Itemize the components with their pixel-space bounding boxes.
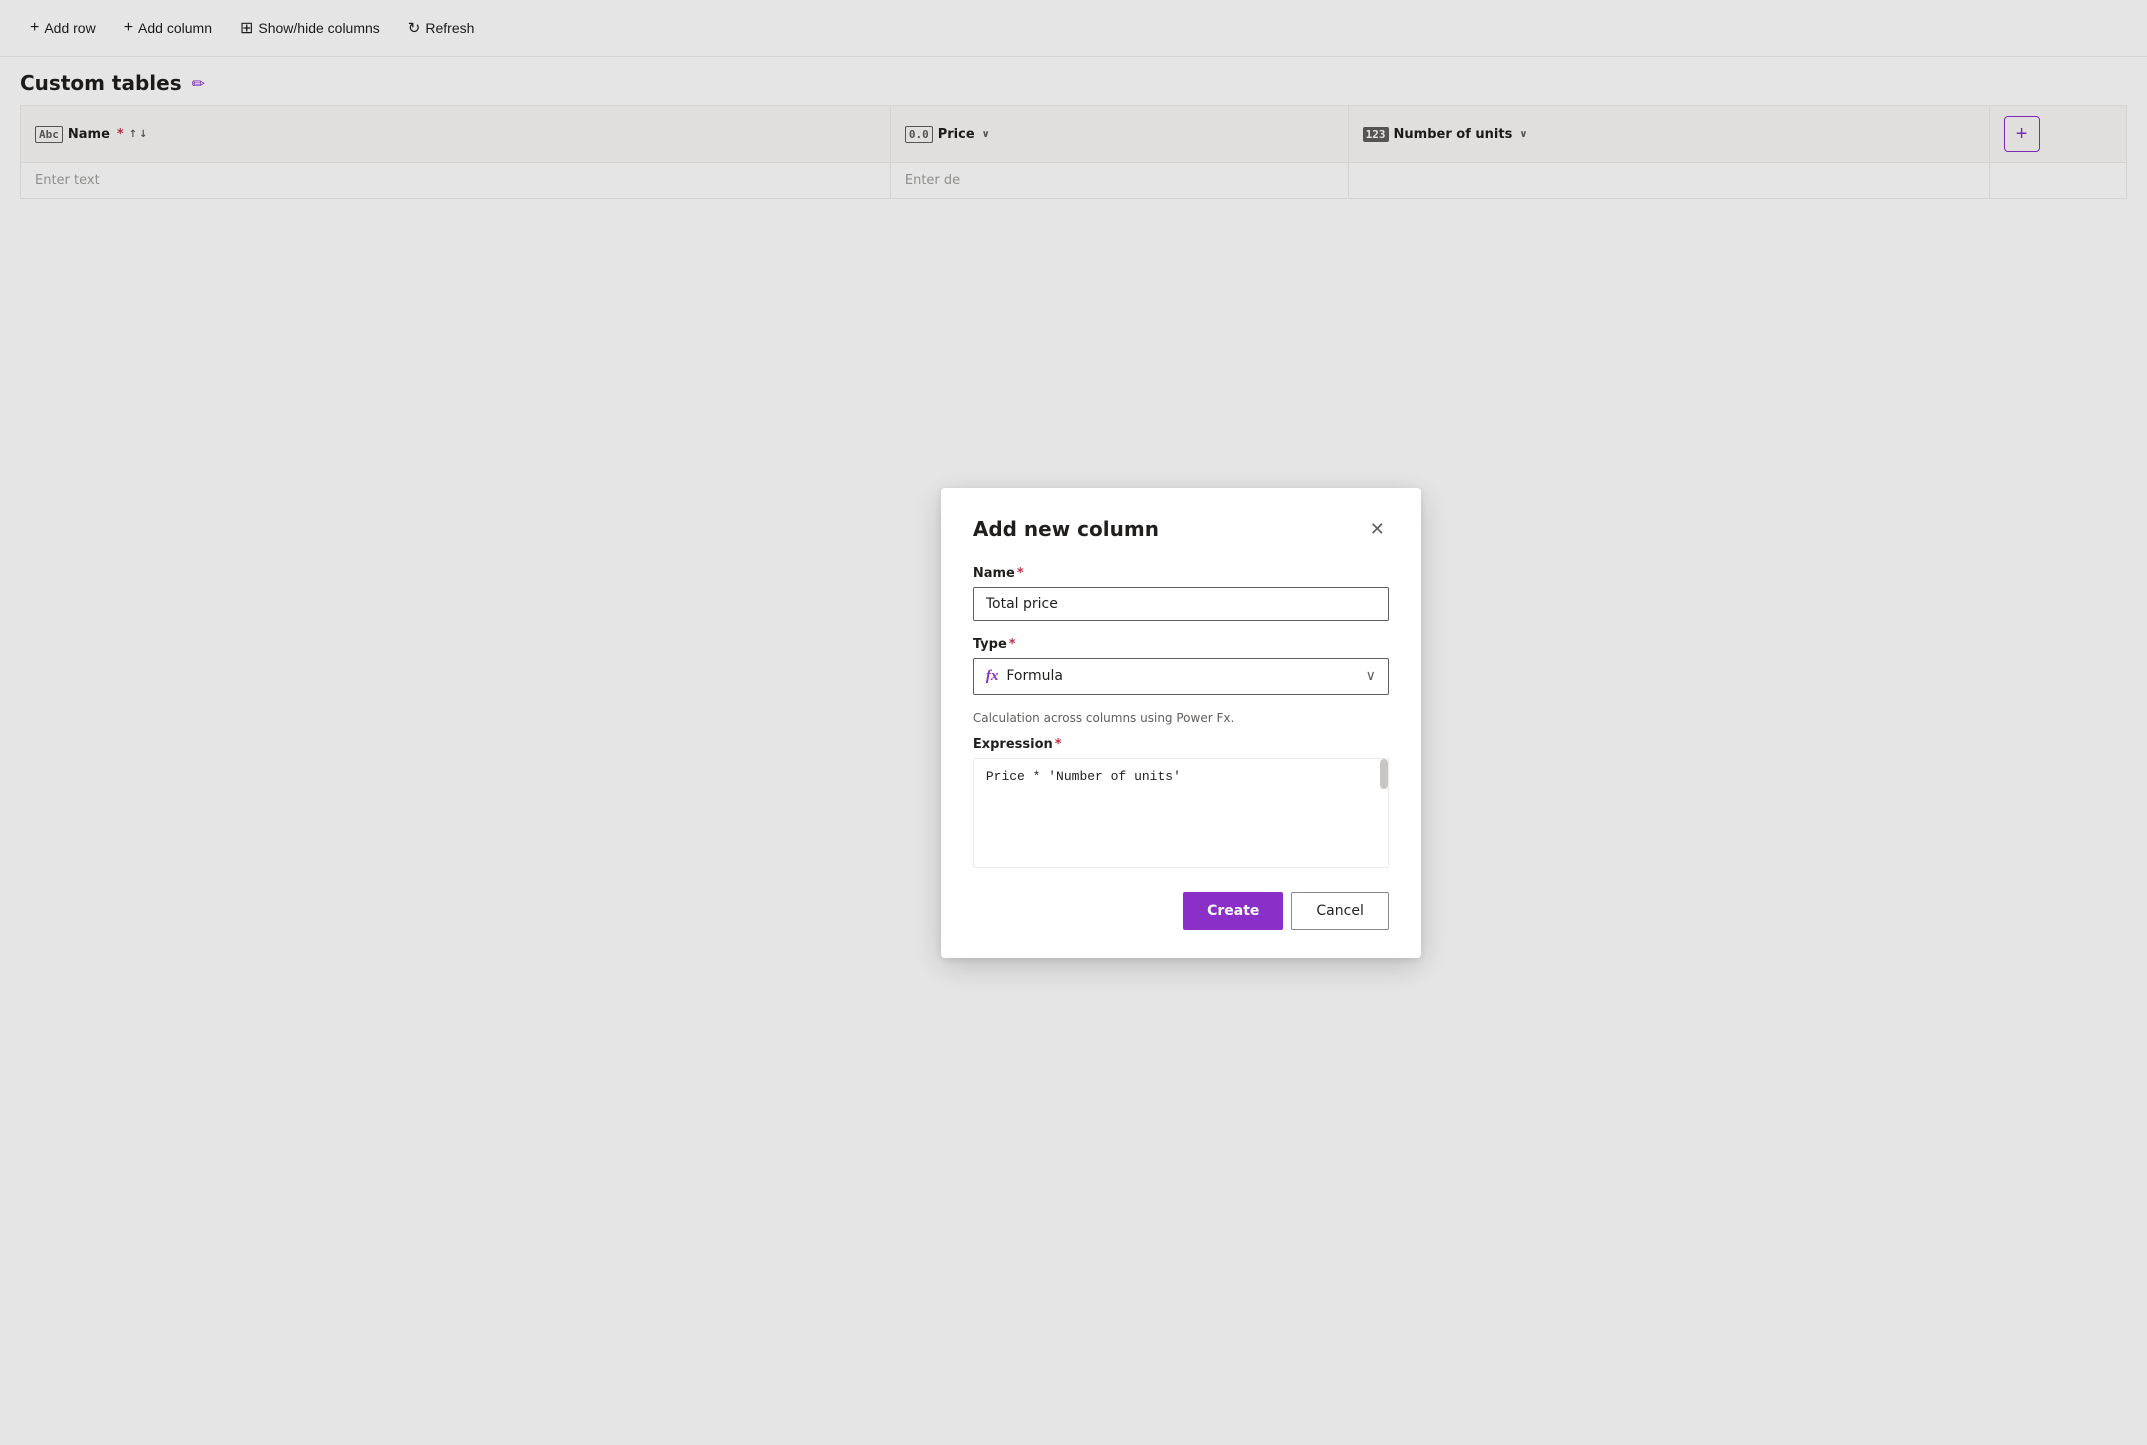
name-label-text: Name [973,566,1015,581]
dialog-title: Add new column [973,517,1159,541]
name-required-indicator: * [1017,566,1024,581]
expression-field-label: Expression * [973,737,1389,752]
dialog-close-button[interactable]: ✕ [1366,516,1389,542]
type-chevron-icon: ∨ [1366,668,1376,684]
name-field-label: Name * [973,566,1389,581]
expression-field-group: Expression * Price * 'Number of units' [973,737,1389,872]
type-field-label: Type * [973,637,1389,652]
type-required-indicator: * [1009,637,1016,652]
type-field-group: Type * fx Formula ∨ [973,637,1389,695]
expression-scrollbar [1380,759,1388,789]
expression-required-indicator: * [1055,737,1062,752]
fx-icon: fx [986,668,999,685]
helper-text: Calculation across columns using Power F… [973,711,1389,725]
expression-textarea[interactable]: Price * 'Number of units' [973,758,1389,868]
type-select[interactable]: fx Formula ∨ [973,658,1389,695]
add-column-dialog: Add new column ✕ Name * Type * fx Formul… [941,488,1421,958]
type-label-text: Type [973,637,1007,652]
dialog-footer: Create Cancel [973,892,1389,930]
cancel-button[interactable]: Cancel [1291,892,1388,930]
expression-wrapper: Price * 'Number of units' [973,758,1389,872]
name-input[interactable] [973,587,1389,621]
create-button[interactable]: Create [1183,892,1283,930]
dialog-header: Add new column ✕ [973,516,1389,542]
name-field-group: Name * [973,566,1389,621]
expression-label-text: Expression [973,737,1053,752]
type-value-label: Formula [1006,668,1063,684]
